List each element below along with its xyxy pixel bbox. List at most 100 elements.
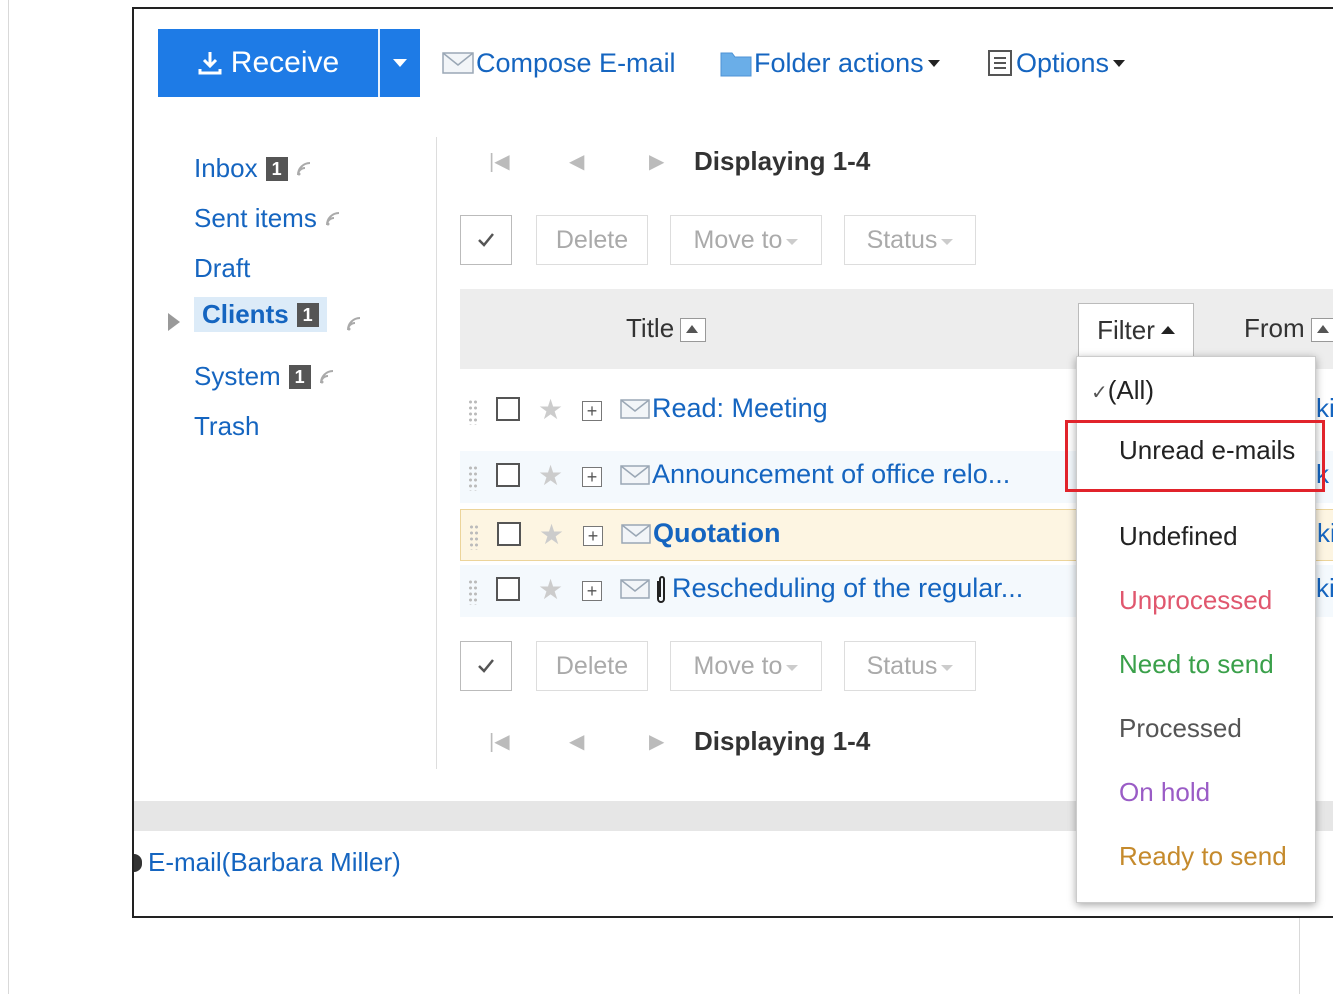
move-to-button[interactable]: Move to: [670, 641, 822, 691]
filter-button[interactable]: Filter: [1078, 303, 1194, 357]
receive-dropdown-button[interactable]: [380, 29, 420, 97]
email-subject[interactable]: Read: Meeting: [652, 393, 828, 424]
star-icon[interactable]: ★: [538, 393, 563, 426]
receive-label: Receive: [230, 46, 340, 79]
drag-handle-icon[interactable]: [468, 399, 478, 425]
email-subject[interactable]: Announcement of office relo...: [652, 459, 1010, 490]
expand-icon[interactable]: +: [582, 401, 602, 421]
page-border-left: [8, 0, 9, 994]
options-label: Options: [1016, 47, 1110, 78]
next-page-icon[interactable]: ▶: [649, 729, 694, 754]
check-icon: [478, 233, 494, 247]
folder-inbox[interactable]: Inbox 1: [194, 153, 312, 184]
next-page-icon[interactable]: ▶: [649, 149, 694, 174]
pager-bottom: |◀ ◀ ▶ Displaying 1-4: [489, 721, 870, 761]
move-to-label: Move to: [693, 651, 783, 680]
filter-option-unprocessed[interactable]: Unprocessed: [1119, 585, 1272, 616]
unread-count-badge: 1: [265, 156, 288, 181]
unread-count-badge: 1: [296, 302, 319, 327]
page-border-right: [1299, 915, 1300, 994]
chevron-up-icon: [1160, 326, 1175, 334]
rss-icon: [319, 369, 333, 383]
folder-clients[interactable]: Clients 1: [194, 297, 327, 332]
options-button[interactable]: Options: [986, 43, 1126, 83]
column-from-label: From: [1244, 313, 1305, 343]
drag-handle-icon[interactable]: [469, 524, 479, 550]
first-page-icon[interactable]: |◀: [489, 149, 569, 174]
filter-option-need-to-send[interactable]: Need to send: [1119, 649, 1274, 680]
expand-arrow-icon[interactable]: [168, 313, 180, 331]
filter-option-on-hold[interactable]: On hold: [1119, 777, 1210, 808]
first-page-icon[interactable]: |◀: [489, 729, 569, 754]
folder-label: Inbox: [194, 153, 258, 183]
folder-system[interactable]: System 1: [194, 361, 335, 392]
compose-label: Compose E-mail: [476, 47, 676, 78]
footer-app-link[interactable]: E-mail(Barbara Miller): [134, 847, 401, 878]
check-icon: [478, 659, 494, 673]
filter-option-processed[interactable]: Processed: [1119, 713, 1242, 744]
receive-button[interactable]: Receive: [158, 29, 378, 97]
rss-icon: [325, 211, 339, 225]
filter-option-ready-to-send[interactable]: Ready to send: [1119, 841, 1287, 872]
column-from[interactable]: From: [1244, 313, 1333, 344]
column-title-label: Title: [626, 313, 675, 343]
move-to-button[interactable]: Move to: [670, 215, 822, 265]
prev-page-icon[interactable]: ◀: [569, 149, 649, 174]
rss-icon: [347, 317, 361, 331]
folder-sent-items[interactable]: Sent items: [194, 203, 341, 234]
receive-button-group: Receive: [158, 29, 420, 97]
star-icon[interactable]: ★: [538, 459, 563, 492]
folder-actions-button[interactable]: Folder actions: [720, 43, 940, 83]
folder-trash[interactable]: Trash: [194, 411, 260, 442]
folder-label: Trash: [194, 411, 260, 441]
status-button[interactable]: Status: [844, 641, 976, 691]
row-checkbox[interactable]: [496, 577, 520, 601]
row-checkbox[interactable]: [497, 522, 521, 546]
column-title[interactable]: Title: [626, 313, 707, 344]
star-icon[interactable]: ★: [539, 518, 564, 551]
envelope-icon: [620, 465, 650, 485]
select-all-button[interactable]: [460, 641, 512, 691]
status-button[interactable]: Status: [844, 215, 976, 265]
envelope-icon: [620, 399, 650, 419]
chevron-down-icon: [393, 59, 407, 67]
compose-email-button[interactable]: Compose E-mail: [442, 43, 676, 83]
displaying-range: Displaying 1-4: [694, 145, 871, 176]
prev-page-icon[interactable]: ◀: [569, 729, 649, 754]
envelope-icon: [442, 52, 474, 74]
folder-label: Draft: [194, 253, 251, 283]
select-all-button[interactable]: [460, 215, 512, 265]
attachment-icon: [657, 576, 665, 603]
sender-fragment[interactable]: ki: [1317, 518, 1333, 549]
delete-button[interactable]: Delete: [536, 641, 648, 691]
check-icon: ✓: [1091, 382, 1108, 404]
star-icon[interactable]: ★: [538, 573, 563, 606]
expand-icon[interactable]: +: [582, 581, 602, 601]
chevron-down-icon: [1113, 59, 1126, 67]
pager-top: |◀ ◀ ▶ Displaying 1-4: [489, 141, 870, 181]
unread-count-badge: 1: [288, 364, 311, 389]
email-subject[interactable]: Quotation: [653, 518, 780, 549]
sidebar-divider: [436, 137, 437, 769]
status-label: Status: [866, 225, 938, 254]
email-subject[interactable]: Rescheduling of the regular...: [672, 573, 1023, 604]
move-to-label: Move to: [693, 225, 783, 254]
row-checkbox[interactable]: [496, 397, 520, 421]
displaying-range: Displaying 1-4: [694, 725, 871, 756]
sort-icon[interactable]: [1310, 318, 1333, 343]
expand-icon[interactable]: +: [582, 467, 602, 487]
sort-icon[interactable]: [680, 318, 707, 343]
sender-fragment[interactable]: ki: [1316, 573, 1333, 604]
filter-option-undefined[interactable]: Undefined: [1119, 521, 1238, 552]
drag-handle-icon[interactable]: [468, 465, 478, 491]
folder-draft[interactable]: Draft: [194, 253, 250, 284]
delete-label: Delete: [555, 225, 629, 254]
filter-option-all[interactable]: ✓(All): [1091, 375, 1154, 406]
chevron-down-icon: [941, 665, 954, 671]
expand-icon[interactable]: +: [583, 526, 603, 546]
row-checkbox[interactable]: [496, 463, 520, 487]
chevron-down-icon: [786, 665, 799, 671]
chevron-down-icon: [786, 239, 799, 245]
delete-button[interactable]: Delete: [536, 215, 648, 265]
drag-handle-icon[interactable]: [468, 579, 478, 605]
